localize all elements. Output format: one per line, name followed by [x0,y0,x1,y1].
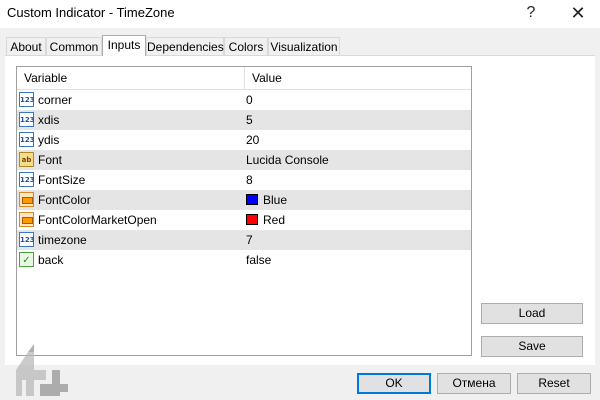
variable-cell: 123 corner [17,90,245,110]
string-icon: ab [19,152,34,167]
table-row[interactable]: 123 xdis 5 [17,110,471,130]
watermark-logo [16,344,68,396]
column-header-variable[interactable]: Variable [17,67,245,89]
integer-icon: 123 [19,232,35,247]
value-cell[interactable]: 8 [246,170,471,190]
value-cell[interactable]: Red [246,210,471,230]
table-row[interactable]: ✓ back false [17,250,471,270]
value-cell[interactable]: 5 [246,110,471,130]
variable-value[interactable]: Red [263,210,285,230]
variable-name: xdis [38,113,60,127]
load-button[interactable]: Load [481,303,583,324]
table-row[interactable]: ab Font Lucida Console [17,150,471,170]
color-swatch[interactable] [246,214,258,225]
variable-value[interactable]: 0 [246,90,253,110]
variable-cell: 123 timezone [17,230,245,250]
inputs-grid: Variable Value 123 corner 0 123 xdis 5 1… [16,66,472,356]
tab-about[interactable]: About [6,37,46,55]
variable-value[interactable]: 7 [246,230,253,250]
column-header-value[interactable]: Value [245,67,471,89]
value-cell[interactable]: Lucida Console [246,150,471,170]
variable-cell: 123 xdis [17,110,245,130]
variable-value[interactable]: 20 [246,130,259,150]
help-icon[interactable]: ? [519,2,543,24]
value-cell[interactable]: Blue [246,190,471,210]
tab-common[interactable]: Common [46,37,102,55]
table-row[interactable]: FontColorMarketOpen Red [17,210,471,230]
value-cell[interactable]: 7 [246,230,471,250]
variable-cell: ab Font [17,150,245,170]
window-title: Custom Indicator - TimeZone [7,5,175,20]
variable-name: ydis [38,133,60,147]
integer-icon: 123 [19,112,35,127]
variable-value[interactable]: 5 [246,110,253,130]
tab-dependencies[interactable]: Dependencies [146,37,224,55]
variable-value[interactable]: Blue [263,190,287,210]
variable-cell: 123 FontSize [17,170,245,190]
variable-name: timezone [38,233,87,247]
color-swatch[interactable] [246,194,258,205]
variable-name: FontColorMarketOpen [38,213,157,227]
integer-icon: 123 [19,132,35,147]
save-button[interactable]: Save [481,336,583,357]
variable-name: Font [38,153,63,167]
reset-button[interactable]: Reset [517,373,591,394]
grid-header: Variable Value [17,67,471,90]
variable-cell: FontColor [17,190,245,210]
variable-cell: FontColorMarketOpen [17,210,245,230]
tab-visualization[interactable]: Visualization [268,37,340,55]
variable-value[interactable]: false [246,250,271,270]
color-icon [19,212,34,227]
table-row[interactable]: 123 corner 0 [17,90,471,110]
variable-name: FontSize [38,173,86,187]
variable-name: back [38,253,64,267]
color-icon [19,192,34,207]
table-row[interactable]: 123 FontSize 8 [17,170,471,190]
variable-cell: 123 ydis [17,130,245,150]
variable-name: FontColor [38,193,91,207]
ok-button[interactable]: OK [357,373,431,394]
tab-inputs[interactable]: Inputs [102,35,146,56]
cancel-button[interactable]: Отмена [437,373,511,394]
value-cell[interactable]: false [246,250,471,270]
title-bar: Custom Indicator - TimeZone ? ✕ [0,0,600,28]
tab-colors[interactable]: Colors [224,37,268,55]
table-row[interactable]: 123 timezone 7 [17,230,471,250]
table-row[interactable]: FontColor Blue [17,190,471,210]
variable-cell: ✓ back [17,250,245,270]
value-cell[interactable]: 0 [246,90,471,110]
close-icon[interactable]: ✕ [566,2,590,24]
variable-value[interactable]: 8 [246,170,253,190]
integer-icon: 123 [19,92,35,107]
variable-value[interactable]: Lucida Console [246,150,329,170]
value-cell[interactable]: 20 [246,130,471,150]
bool-icon: ✓ [19,252,34,267]
integer-icon: 123 [19,172,35,187]
variable-name: corner [38,93,73,107]
table-row[interactable]: 123 ydis 20 [17,130,471,150]
